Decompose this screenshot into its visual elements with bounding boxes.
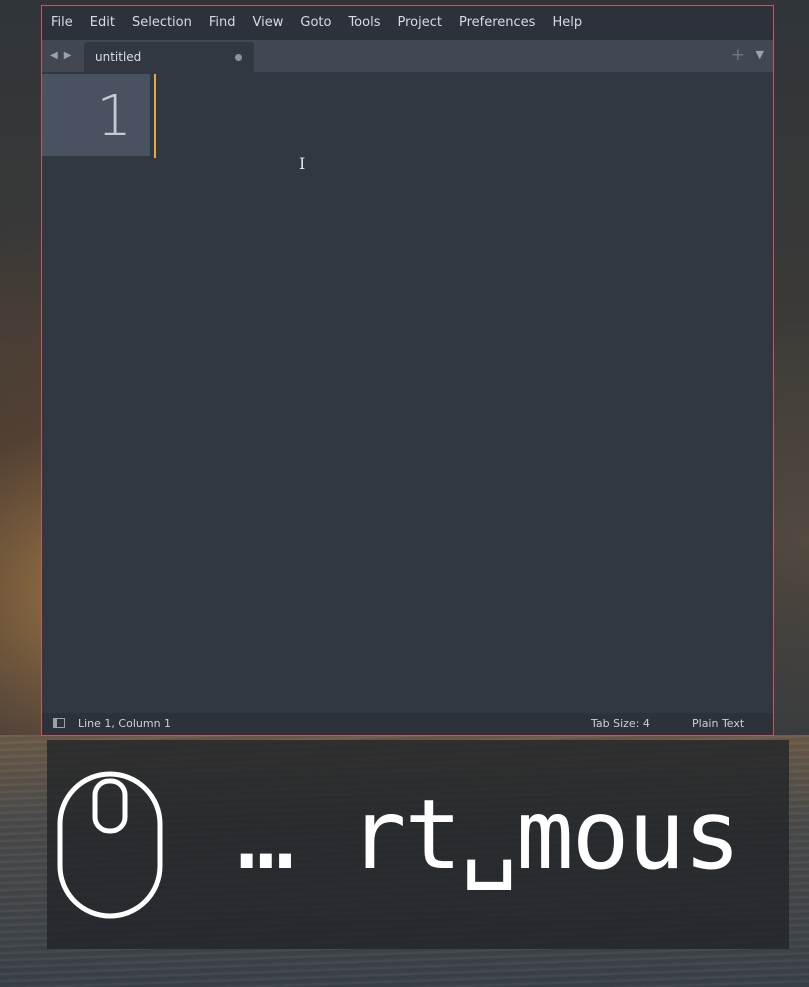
keystroke-text: … rt␣mous <box>237 779 741 891</box>
triangle-left-icon[interactable]: ◀ <box>50 49 58 63</box>
tab-label: untitled <box>95 50 142 64</box>
menu-selection[interactable]: Selection <box>124 6 200 40</box>
status-bar: Line 1, Column 1 Tab Size: 4 Plain Text <box>42 713 773 735</box>
menu-help[interactable]: Help <box>544 6 590 40</box>
text-caret <box>154 74 156 158</box>
menu-bar: File Edit Selection Find View Goto Tools… <box>42 6 773 40</box>
menu-edit[interactable]: Edit <box>82 6 123 40</box>
menu-project[interactable]: Project <box>389 6 449 40</box>
menu-goto[interactable]: Goto <box>292 6 339 40</box>
ibeam-cursor-icon: I <box>299 154 306 173</box>
menu-file[interactable]: File <box>43 6 81 40</box>
gutter-current-line: 1 <box>42 74 150 156</box>
menu-view[interactable]: View <box>245 6 292 40</box>
editor-window: File Edit Selection Find View Goto Tools… <box>41 5 774 736</box>
menu-preferences[interactable]: Preferences <box>451 6 543 40</box>
keystroke-overlay: … rt␣mous <box>47 740 789 949</box>
triangle-down-icon[interactable]: ▼ <box>756 49 764 61</box>
tab-navigation: ◀ ▶ <box>50 49 71 63</box>
modified-dot-icon[interactable] <box>235 54 242 61</box>
line-number: 1 <box>96 84 132 149</box>
tab-bar: ◀ ▶ untitled + ▼ <box>42 40 773 72</box>
cursor-position: Line 1, Column 1 <box>78 717 172 730</box>
panel-toggle-icon[interactable] <box>53 718 65 728</box>
text-editor-area[interactable]: 1 I <box>42 72 773 713</box>
menu-find[interactable]: Find <box>201 6 244 40</box>
tab-untitled[interactable]: untitled <box>84 42 254 72</box>
mouse-icon <box>57 771 163 919</box>
triangle-right-icon[interactable]: ▶ <box>64 49 72 63</box>
menu-tools[interactable]: Tools <box>340 6 388 40</box>
plus-icon[interactable]: + <box>731 46 745 64</box>
syntax-selector[interactable]: Plain Text <box>692 717 744 730</box>
tab-size-selector[interactable]: Tab Size: 4 <box>591 717 650 730</box>
